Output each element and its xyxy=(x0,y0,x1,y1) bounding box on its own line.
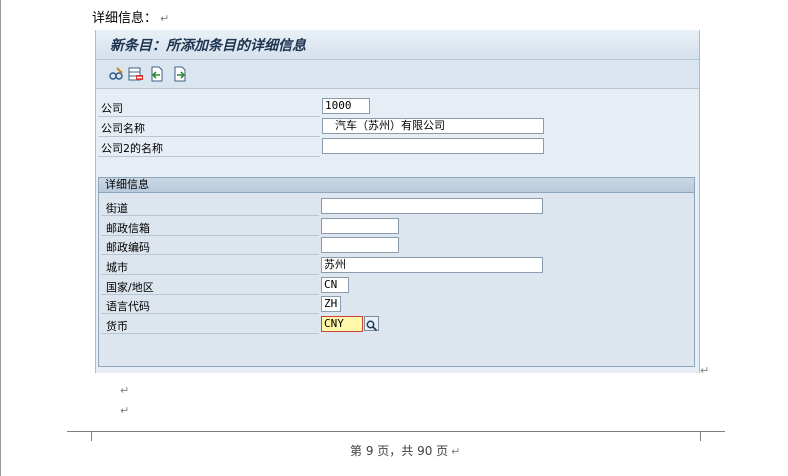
currency-label: 货币 xyxy=(106,320,128,333)
group-title: 详细信息 xyxy=(105,178,149,191)
row-separator xyxy=(101,254,319,255)
paragraph-mark-icon: ↵ xyxy=(120,404,130,417)
company-name2-field[interactable] xyxy=(322,138,544,154)
page-number-text: 第 9 页，共 90 页 xyxy=(350,444,449,458)
page-corner-mark-left xyxy=(91,431,92,441)
row-separator xyxy=(101,274,319,275)
prev-entry-icon[interactable] xyxy=(149,66,165,82)
company-name-label: 公司名称 xyxy=(101,122,145,135)
paragraph-mark-icon: ↵ xyxy=(451,445,461,458)
row-separator xyxy=(98,116,320,117)
company-name2-label: 公司2的名称 xyxy=(101,142,163,155)
sap-screen-content: 公司 1000 公司名称 汽车（苏州）有限公司 公司2的名称 详细信息 街道 邮… xyxy=(96,89,699,373)
document-left-margin-rule xyxy=(0,0,1,476)
street-field[interactable] xyxy=(321,198,543,214)
sap-title-bar: 新条目：所添加条目的详细信息 xyxy=(96,30,699,60)
country-label: 国家/地区 xyxy=(106,281,154,294)
street-label: 街道 xyxy=(106,202,128,215)
heading-text: 详细信息： xyxy=(92,11,158,26)
language-label: 语言代码 xyxy=(106,300,150,313)
currency-field[interactable]: CNY xyxy=(321,316,363,332)
country-field[interactable]: CN xyxy=(321,277,349,293)
row-separator xyxy=(98,156,320,157)
group-header: 详细信息 xyxy=(99,178,694,193)
language-field[interactable]: ZH xyxy=(321,296,341,312)
next-entry-icon[interactable] xyxy=(172,66,188,82)
company-label: 公司 xyxy=(101,102,123,115)
paragraph-mark-icon: ↵ xyxy=(120,384,130,397)
row-separator xyxy=(101,313,319,314)
city-label: 城市 xyxy=(106,261,128,274)
paragraph-mark-icon: ↵ xyxy=(700,364,710,377)
sap-application-toolbar xyxy=(96,60,699,89)
postcode-label: 邮政编码 xyxy=(106,241,150,254)
page-footer-rule xyxy=(67,431,725,432)
document-heading: 详细信息： ↵ xyxy=(92,7,169,26)
row-separator xyxy=(101,294,319,295)
row-separator xyxy=(101,333,319,334)
row-separator xyxy=(98,136,320,137)
paragraph-mark-icon: ↵ xyxy=(160,12,170,25)
sap-window-title: 新条目：所添加条目的详细信息 xyxy=(110,38,306,54)
glasses-edit-icon[interactable] xyxy=(108,66,124,82)
sap-screenshot-window: 新条目：所添加条目的详细信息 公司 1000 公司名称 汽车（苏州）有限公司 公… xyxy=(95,30,700,373)
row-separator xyxy=(101,235,319,236)
page-number: 第 9 页，共 90 页 ↵ xyxy=(350,442,460,459)
postcode-field[interactable] xyxy=(321,237,399,253)
pobox-field[interactable] xyxy=(321,218,399,234)
company-name-field[interactable]: 汽车（苏州）有限公司 xyxy=(322,118,544,134)
page-corner-mark-right xyxy=(700,431,701,441)
city-field[interactable]: 苏州 xyxy=(321,257,543,273)
currency-search-button[interactable] xyxy=(364,316,379,332)
detail-info-group: 详细信息 街道 邮政信箱 邮政编码 城市 苏州 国家/地区 CN 语言代码 ZH… xyxy=(98,177,695,367)
company-code-field[interactable]: 1000 xyxy=(322,98,370,114)
delete-rows-icon[interactable] xyxy=(128,66,144,82)
row-separator xyxy=(101,215,319,216)
magnifier-icon xyxy=(366,320,378,332)
pobox-label: 邮政信箱 xyxy=(106,222,150,235)
